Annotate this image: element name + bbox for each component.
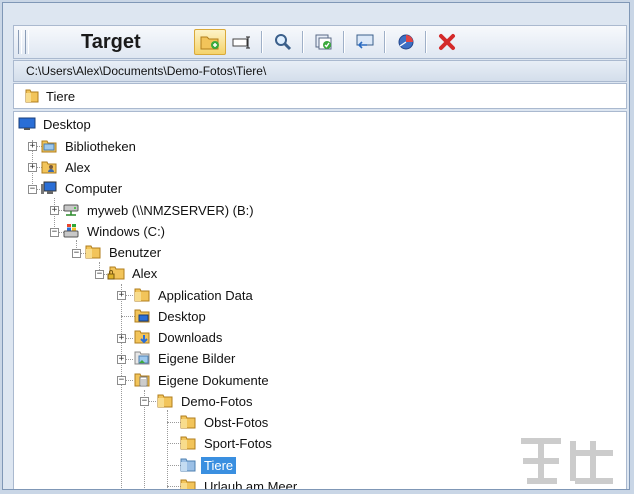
tree-item-label: Urlaub am Meer: [204, 478, 298, 490]
folder-icon: [157, 394, 173, 408]
path-bar[interactable]: C:\Users\Alex\Documents\Demo-Fotos\Tiere…: [13, 60, 627, 82]
copy-check-button[interactable]: [311, 30, 337, 54]
toolbar-separator: [343, 31, 345, 53]
tree-item-label: Tiere: [201, 456, 237, 474]
tree-item-tiere[interactable]: Tiere: [179, 455, 237, 475]
tree-item-label: Bibliotheken: [65, 138, 136, 154]
toolbar-separator: [302, 31, 304, 53]
tree-item-label: Alex: [132, 265, 158, 281]
collapse-toggle[interactable]: −: [28, 185, 37, 194]
folder-icon: [180, 479, 196, 489]
tree-item-label: Sport-Fotos: [204, 435, 272, 451]
collapse-toggle[interactable]: −: [72, 249, 81, 258]
toolbar-separator: [384, 31, 386, 53]
toolbar-grip-2[interactable]: [25, 30, 29, 54]
computer-icon: [41, 181, 57, 194]
new-folder-icon: [200, 36, 219, 50]
tree-line: [121, 284, 122, 489]
delete-button[interactable]: [434, 30, 460, 54]
tree-item-label: Desktop: [158, 308, 206, 324]
monitor-arrow-button[interactable]: [352, 30, 378, 54]
delete-icon: [439, 34, 455, 50]
tree-item-demo-fotos[interactable]: Demo-Fotos: [156, 391, 256, 411]
tree-item-label: Windows (C:): [87, 223, 166, 239]
folder-icon: [25, 89, 39, 103]
expand-toggle[interactable]: +: [117, 334, 126, 343]
network-drive-icon: [63, 204, 79, 216]
expand-toggle[interactable]: +: [28, 163, 37, 172]
tree-item-label: Eigene Dokumente: [158, 372, 269, 388]
system-drive-icon: [63, 224, 79, 238]
toolbar: Target: [13, 25, 627, 59]
collapse-toggle[interactable]: −: [117, 376, 126, 385]
tree-item-benutzer[interactable]: Benutzer: [84, 242, 164, 262]
tree-item-label: Demo-Fotos: [181, 393, 253, 409]
monitor-arrow-icon: [356, 34, 374, 49]
toolbar-grip[interactable]: [18, 30, 22, 54]
folder-icon: [134, 288, 150, 302]
tree-item-obst-fotos[interactable]: Obst-Fotos: [179, 412, 271, 432]
tree-item-label: Eigene Bilder: [158, 350, 236, 366]
desktop-icon: [18, 117, 36, 130]
tree-item-urlaub[interactable]: Urlaub am Meer: [179, 476, 300, 490]
search-icon: [275, 34, 292, 51]
tree-item-application-data[interactable]: Application Data: [133, 285, 256, 305]
tree-item-sport-fotos[interactable]: Sport-Fotos: [179, 433, 275, 453]
current-folder-name: Tiere: [46, 88, 76, 104]
tree-item-computer[interactable]: Computer: [40, 178, 125, 198]
tree-item-downloads[interactable]: Downloads: [133, 327, 225, 347]
toolbar-separator: [425, 31, 427, 53]
copy-check-icon: [315, 34, 332, 50]
tree-item-label: myweb (\\NMZSERVER) (B:): [87, 202, 254, 218]
tree-item-windows[interactable]: Windows (C:): [62, 221, 168, 241]
tree-item-myweb[interactable]: myweb (\\NMZSERVER) (B:): [62, 200, 257, 220]
folder-icon: [180, 436, 196, 450]
refresh-icon: [398, 34, 414, 50]
tree-item-label: Alex: [65, 159, 91, 175]
locked-folder-icon: [107, 266, 125, 280]
rename-button[interactable]: [229, 30, 255, 54]
tree-item-bibliotheken[interactable]: Bibliotheken: [40, 136, 139, 156]
tree-item-label: Benutzer: [109, 244, 162, 260]
collapse-toggle[interactable]: −: [140, 397, 149, 406]
collapse-toggle[interactable]: −: [95, 270, 104, 279]
expand-toggle[interactable]: +: [117, 355, 126, 364]
expand-toggle[interactable]: +: [50, 206, 59, 215]
downloads-folder-icon: [134, 330, 150, 344]
refresh-button[interactable]: [393, 30, 419, 54]
pictures-folder-icon: [134, 351, 150, 365]
library-icon: [41, 140, 57, 153]
tree-item-label: Downloads: [158, 329, 223, 345]
documents-folder-icon: [134, 373, 150, 387]
expand-toggle[interactable]: +: [28, 142, 37, 151]
tree-item-alex[interactable]: Alex: [107, 263, 160, 283]
desktop-folder-icon: [134, 309, 150, 323]
tree-item-label: Application Data: [158, 287, 253, 303]
search-button[interactable]: [270, 30, 296, 54]
collapse-toggle[interactable]: −: [50, 228, 59, 237]
tree-item-label: Desktop: [43, 116, 91, 132]
tree-item-eigene-dokumente[interactable]: Eigene Dokumente: [133, 370, 272, 390]
open-folder-icon: [180, 458, 196, 472]
panel-title: Target: [81, 30, 141, 53]
folder-icon: [180, 415, 196, 429]
new-folder-button[interactable]: [194, 29, 226, 55]
target-panel: Target C:\Users\Alex\Documents\Demo-Foto…: [2, 2, 630, 490]
folder-icon: [85, 245, 101, 259]
user-folder-icon: [41, 161, 57, 174]
watermark-logo: [513, 433, 629, 489]
tree-item-label: Computer: [65, 180, 123, 196]
toolbar-separator: [261, 31, 263, 53]
tree-item-label: Obst-Fotos: [204, 414, 269, 430]
tree-item-eigene-bilder[interactable]: Eigene Bilder: [133, 348, 238, 368]
expand-toggle[interactable]: +: [117, 291, 126, 300]
tree-item-alex-root[interactable]: Alex: [40, 157, 93, 177]
tree-item-desktop[interactable]: Desktop: [18, 114, 94, 134]
tree-item-desktop-folder[interactable]: Desktop: [133, 306, 209, 326]
rename-icon: [232, 36, 250, 49]
current-folder-bar[interactable]: Tiere: [13, 83, 627, 109]
